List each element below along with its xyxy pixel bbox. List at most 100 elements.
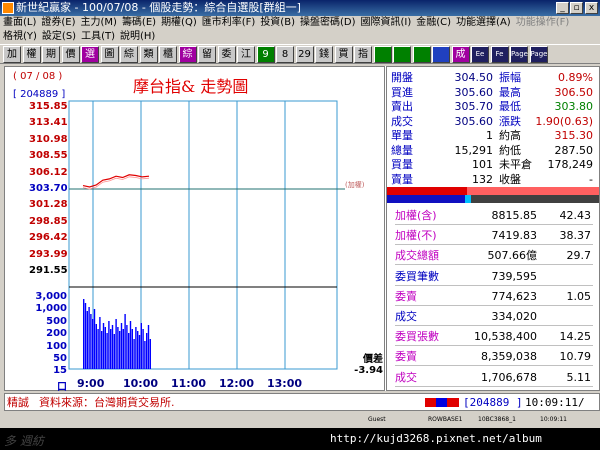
toolbar-button-18[interactable]: 指 bbox=[354, 46, 372, 63]
y-tick-label: 298.85 bbox=[29, 215, 68, 227]
toolbar-button-10[interactable]: 留 bbox=[198, 46, 216, 63]
volume-bar bbox=[86, 311, 88, 369]
menu-item-11[interactable]: 功能操作(F) bbox=[516, 17, 570, 28]
menu2-item-1[interactable]: 設定(S) bbox=[42, 31, 76, 42]
minimize-button[interactable]: _ bbox=[556, 2, 569, 14]
volume-bar bbox=[95, 324, 97, 369]
status-clock: 10:09:11 bbox=[540, 416, 567, 423]
toolbar-button-7[interactable]: 類 bbox=[139, 46, 158, 63]
volume-bar bbox=[90, 314, 92, 369]
quote-label: 買量 bbox=[391, 158, 413, 171]
quote-label-2: 約低 bbox=[499, 143, 521, 157]
toolbar-button-3[interactable]: 價 bbox=[61, 46, 80, 63]
toolbar-button-5[interactable]: 圖 bbox=[100, 46, 119, 63]
menu-item-8[interactable]: 國際資訊(I) bbox=[361, 17, 412, 28]
stat-value: 334,020 bbox=[491, 310, 538, 323]
quote-value-2: 303.80 bbox=[554, 100, 594, 113]
toolbar-button-23[interactable]: 成 bbox=[451, 46, 470, 63]
toolbar-button-21[interactable] bbox=[412, 46, 431, 63]
stat-label: 成交 bbox=[395, 370, 417, 384]
menu-item-3[interactable]: 籌碼(E) bbox=[122, 17, 156, 28]
volume-bar bbox=[93, 309, 96, 369]
toolbar-button-4[interactable]: 選 bbox=[81, 46, 99, 63]
stat-label: 加權(含) bbox=[395, 209, 437, 222]
reference-line-label: (加權) bbox=[345, 181, 365, 189]
toolbar-button-11[interactable]: 委 bbox=[217, 46, 236, 63]
y-tick-label: 296.42 bbox=[29, 232, 68, 244]
toolbar-button-27[interactable]: Page bbox=[529, 46, 548, 63]
volume-tick-label: 3,000 bbox=[35, 291, 67, 302]
volume-bar bbox=[113, 334, 115, 369]
quote-label-2: 最高 bbox=[499, 85, 521, 99]
quote-label-2: 漲跌 bbox=[499, 114, 521, 128]
toolbar-button-25[interactable]: Fe bbox=[490, 46, 509, 63]
stat-ratio: 1.05 bbox=[566, 289, 592, 303]
y-tick-label: 313.41 bbox=[29, 117, 68, 129]
market-stat-row: 委買筆數 739,595 bbox=[395, 268, 593, 286]
quote-row: 成交 305.60 漲跌 1.90(0.63) bbox=[391, 115, 597, 129]
toolbar-button-2[interactable]: 期 bbox=[42, 46, 60, 63]
volume-bar bbox=[119, 331, 121, 369]
app-icon[interactable] bbox=[2, 2, 14, 14]
menu-item-1[interactable]: 證券(E) bbox=[41, 17, 75, 28]
stat-ratio: 29.7 bbox=[566, 249, 592, 263]
market-stat-row: 成交 334,020 bbox=[395, 308, 593, 326]
toolbar-button-19[interactable] bbox=[373, 46, 392, 63]
toolbar-button-16[interactable]: 錢 bbox=[315, 46, 333, 63]
quote-value: 305.60 bbox=[454, 85, 494, 99]
quote-value-2: 1.90(0.63) bbox=[535, 114, 593, 128]
menu-item-9[interactable]: 金融(C) bbox=[416, 17, 451, 28]
menu-item-10[interactable]: 功能選擇(A) bbox=[456, 17, 511, 28]
toolbar-button-24[interactable]: Ee bbox=[471, 46, 489, 63]
quote-panel: 開盤 304.50 振幅 0.89% 買進 305.60 最高 306.50 賣出 305.70 最… bbox=[386, 66, 600, 391]
toolbar-button-12[interactable]: 江 bbox=[237, 46, 255, 63]
menu-item-6[interactable]: 投資(B) bbox=[260, 17, 295, 28]
restore-button[interactable]: ▫ bbox=[570, 2, 583, 14]
toolbar-button-13[interactable]: 9 bbox=[256, 46, 275, 63]
toolbar-button-15[interactable]: 29 bbox=[295, 46, 314, 63]
menu-item-5[interactable]: 匯市利率(F) bbox=[202, 17, 256, 28]
quote-value: 305.60 bbox=[454, 114, 494, 128]
menu2-item-0[interactable]: 格視(Y) bbox=[3, 31, 37, 42]
menu2-item-3[interactable]: 說明(H) bbox=[120, 31, 155, 42]
status-bar: Guest ROWBASE1 10BC3868_1 10:09:11 bbox=[0, 413, 600, 427]
quote-label: 單量 bbox=[391, 129, 413, 142]
toolbar-button-14[interactable]: 8 bbox=[276, 46, 294, 63]
toolbar-button-8[interactable]: 櫃 bbox=[159, 46, 177, 63]
toolbar-button-1[interactable]: 權 bbox=[22, 46, 41, 63]
volume-bar bbox=[135, 327, 137, 369]
y-tick-label: 310.98 bbox=[29, 133, 68, 145]
x-tick-label: 13:00 bbox=[267, 377, 303, 390]
quote-label-2: 約高 bbox=[499, 129, 521, 142]
menu-item-7[interactable]: 操盤密碼(D) bbox=[300, 17, 356, 28]
quote-row: 總量 15,291 約低 287.50 bbox=[391, 144, 597, 158]
volume-bar bbox=[129, 321, 132, 369]
menu2-item-2[interactable]: 工具(T) bbox=[81, 31, 115, 42]
menu-item-2[interactable]: 主力(M) bbox=[81, 17, 117, 28]
toolbar-button-17[interactable]: 買 bbox=[334, 46, 353, 63]
stat-value: 739,595 bbox=[491, 269, 538, 283]
y-tick-label: 303.70 bbox=[29, 183, 68, 194]
x-tick-label: 10:00 bbox=[123, 377, 159, 390]
menu-item-0[interactable]: 畫面(L) bbox=[3, 17, 36, 28]
close-button[interactable]: x bbox=[585, 2, 598, 14]
quote-row: 買進 305.60 最高 306.50 bbox=[391, 86, 597, 100]
toolbar-button-22[interactable] bbox=[432, 46, 450, 63]
toolbar-button-0[interactable]: 加 bbox=[3, 46, 21, 63]
toolbar-button-6[interactable]: 綜 bbox=[120, 46, 138, 63]
stat-label: 委買張數 bbox=[395, 330, 439, 344]
quote-label: 賣出 bbox=[391, 100, 413, 113]
toolbar-button-26[interactable]: Page bbox=[510, 46, 528, 63]
quote-row: 買量 101 未平倉 178,249 bbox=[391, 158, 597, 172]
quote-value-2: 306.50 bbox=[554, 85, 594, 99]
quote-label: 賣量 bbox=[391, 172, 413, 186]
toolbar-button-9[interactable]: 綜 bbox=[178, 46, 197, 63]
stat-label: 成交 bbox=[395, 310, 417, 323]
toolbar: 加權期價選圖綜類櫃綜留委江 9 8 29 錢買指成 Ee Fe Page Page bbox=[0, 44, 600, 64]
toolbar-button-20[interactable] bbox=[393, 46, 411, 63]
quote-label: 成交 bbox=[391, 114, 413, 128]
market-stat-row: 成交 1,706,678 5.11 bbox=[395, 369, 593, 387]
volume-bar bbox=[138, 335, 141, 369]
menu-item-4[interactable]: 期權(Q) bbox=[161, 17, 197, 28]
volume-tick-label: 15 bbox=[53, 365, 67, 377]
